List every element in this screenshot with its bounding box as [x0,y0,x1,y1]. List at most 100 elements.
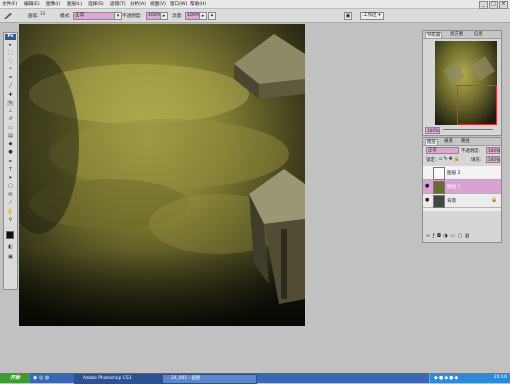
crop-tool-icon[interactable]: ⌗ [7,76,14,81]
layer-opacity-label: 不透明度: [461,149,481,154]
lock-icon: 🔒 [491,197,498,203]
stamp-tool-icon[interactable]: ⊥ [7,109,14,114]
marquee-tool-icon[interactable]: ⬚ [7,51,14,56]
brush-label: 画笔: [28,14,39,19]
magic-wand-tool-icon[interactable]: ✧ [7,67,14,72]
layer-thumbnail [433,167,445,180]
menu-file[interactable]: 文件(F) [2,1,17,7]
group-icon[interactable]: ▭ [450,233,457,239]
path-select-tool-icon[interactable]: ➤ [7,176,14,181]
mode-label: 模式: [60,14,71,19]
type-tool-icon[interactable]: T [7,168,14,173]
flow-input[interactable]: 100% [185,12,200,20]
quick-mask-icon[interactable]: ◧ [7,245,14,250]
dodge-tool-icon[interactable]: ● [7,150,14,155]
layer-row[interactable]: ● 背景 🔒 [423,194,501,208]
mode-select[interactable]: 正常 [73,12,116,20]
gradient-tool-icon[interactable]: ▤ [7,134,14,139]
options-bar: 画笔: 13 模式: 正常 ▾ 不透明度: 100% ▸ 流量: 100% ▸ … [0,9,510,23]
fill-label: 填充: [471,158,482,163]
tab-layers[interactable]: 图层 [425,139,438,145]
painting-image [19,24,305,326]
blur-tool-icon[interactable]: ◆ [7,142,14,147]
lock-label: 锁定: [426,158,437,163]
layer-thumbnail [433,181,445,194]
menu-analysis[interactable]: 分析(A) [130,1,146,7]
document-canvas[interactable] [19,24,305,326]
tab-channels[interactable]: 通道 [443,139,454,144]
layers-tabs: 图层 通道 路径 [423,138,501,146]
layer-name[interactable]: 图层 1 [447,184,461,190]
layers-list: 图层 2 ● 图层 1 ● 背景 🔒 [423,166,501,211]
tray-icons[interactable]: ◆●◆●◆ [434,375,459,381]
shape-tool-icon[interactable]: ▢ [7,184,14,189]
screen-mode-icon[interactable]: ▣ [7,255,14,260]
quick-launch-icons[interactable]: ◉ ◎ ◍ [33,375,49,381]
navigator-panel: 导航器 直方图 信息 100% [422,30,502,136]
menu-window[interactable]: 窗口(W) [170,1,187,7]
screen-mode-icon[interactable]: ▣ [344,12,352,20]
tab-info[interactable]: 信息 [473,32,484,37]
minimize-button[interactable]: _ [479,1,488,9]
foreground-color-swatch[interactable] [6,231,14,239]
navigator-view-box[interactable] [457,85,497,125]
visibility-icon[interactable]: ● [425,184,430,189]
brush-size[interactable]: 13 [40,11,45,16]
workspace-button[interactable]: 工作区 ▾ [360,12,384,20]
brush-tool-icon[interactable] [3,11,13,20]
layer-actions[interactable]: ∞ƒ◘◑▭▢▥ [426,233,472,239]
move-tool-icon[interactable]: ▸ [7,43,14,48]
tab-histogram[interactable]: 直方图 [449,32,464,37]
opacity-label: 不透明度: [122,14,142,19]
lasso-tool-icon[interactable]: ◌ [7,59,14,64]
navigator-thumbnail[interactable] [435,41,497,125]
start-button[interactable]: 开始 [0,373,30,383]
menu-image[interactable]: 图像(I) [46,1,60,7]
navigator-tabs: 导航器 直方图 信息 [423,31,501,39]
fill-input[interactable]: 100% [486,156,500,163]
slice-tool-icon[interactable]: ╱ [7,84,14,89]
menu-layer[interactable]: 图层(L) [67,1,82,7]
blend-mode-select[interactable]: 正常 [426,147,459,154]
eraser-tool-icon[interactable]: ▭ [7,126,14,131]
layer-row[interactable]: ● 图层 1 [423,180,501,194]
maximize-button[interactable]: □ [489,1,498,9]
menu-help[interactable]: 帮助(H) [190,1,206,7]
toolbox: Ps ▸ ⬚ ◌ ✧ ⌗ ╱ ✚ ✎ ⊥ ↺ ▭ ▤ ◆ ● ✒ T ➤ ▢ ✉… [3,32,18,290]
menu-filter[interactable]: 滤镜(T) [110,1,126,7]
layer-opacity-input[interactable]: 100% [486,147,500,154]
lock-icons[interactable]: ▫✎✥🔒 [439,156,461,162]
navigator-zoom-input[interactable]: 100% [425,127,440,134]
navigator-zoom-slider[interactable] [443,129,493,130]
pen-tool-icon[interactable]: ✒ [7,160,14,165]
trash-icon[interactable]: ▥ [465,233,472,239]
new-layer-icon[interactable]: ▢ [458,233,465,239]
notes-tool-icon[interactable]: ✉ [7,193,14,198]
mode-dropdown-icon[interactable]: ▾ [114,12,122,20]
hand-tool-icon[interactable]: ✋ [7,210,14,215]
photoshop-logo: Ps [5,34,16,40]
visibility-icon[interactable] [425,170,430,175]
flow-dropdown-icon[interactable]: ▸ [199,12,207,20]
close-button[interactable]: × [499,1,508,9]
link-icon[interactable]: ∞ [426,233,433,239]
tab-navigator[interactable]: 导航器 [425,32,443,38]
layer-row[interactable]: 图层 2 [423,166,501,180]
menu-select[interactable]: 选择(S) [88,1,104,7]
menu-view[interactable]: 视图(V) [150,1,166,7]
layer-thumbnail [433,195,445,208]
opacity-dropdown-icon[interactable]: ▸ [160,12,168,20]
system-tray: ◆●◆●◆ 20:16 [429,373,510,383]
layer-name[interactable]: 背景 [447,198,456,204]
zoom-tool-icon[interactable]: ⚲ [7,218,14,223]
tab-paths[interactable]: 路径 [460,139,471,144]
menu-edit[interactable]: 编辑(E) [24,1,40,7]
healing-tool-icon[interactable]: ✚ [7,93,14,98]
opacity-input[interactable]: 100% [146,12,161,20]
airbrush-icon[interactable]: ✦ [208,12,216,20]
visibility-icon[interactable]: ● [425,198,430,203]
layer-name[interactable]: 图层 2 [447,170,461,176]
history-brush-tool-icon[interactable]: ↺ [7,117,14,122]
eyedropper-tool-icon[interactable]: ⁄ [7,201,14,206]
brush-tool-icon[interactable]: ✎ [7,101,14,106]
